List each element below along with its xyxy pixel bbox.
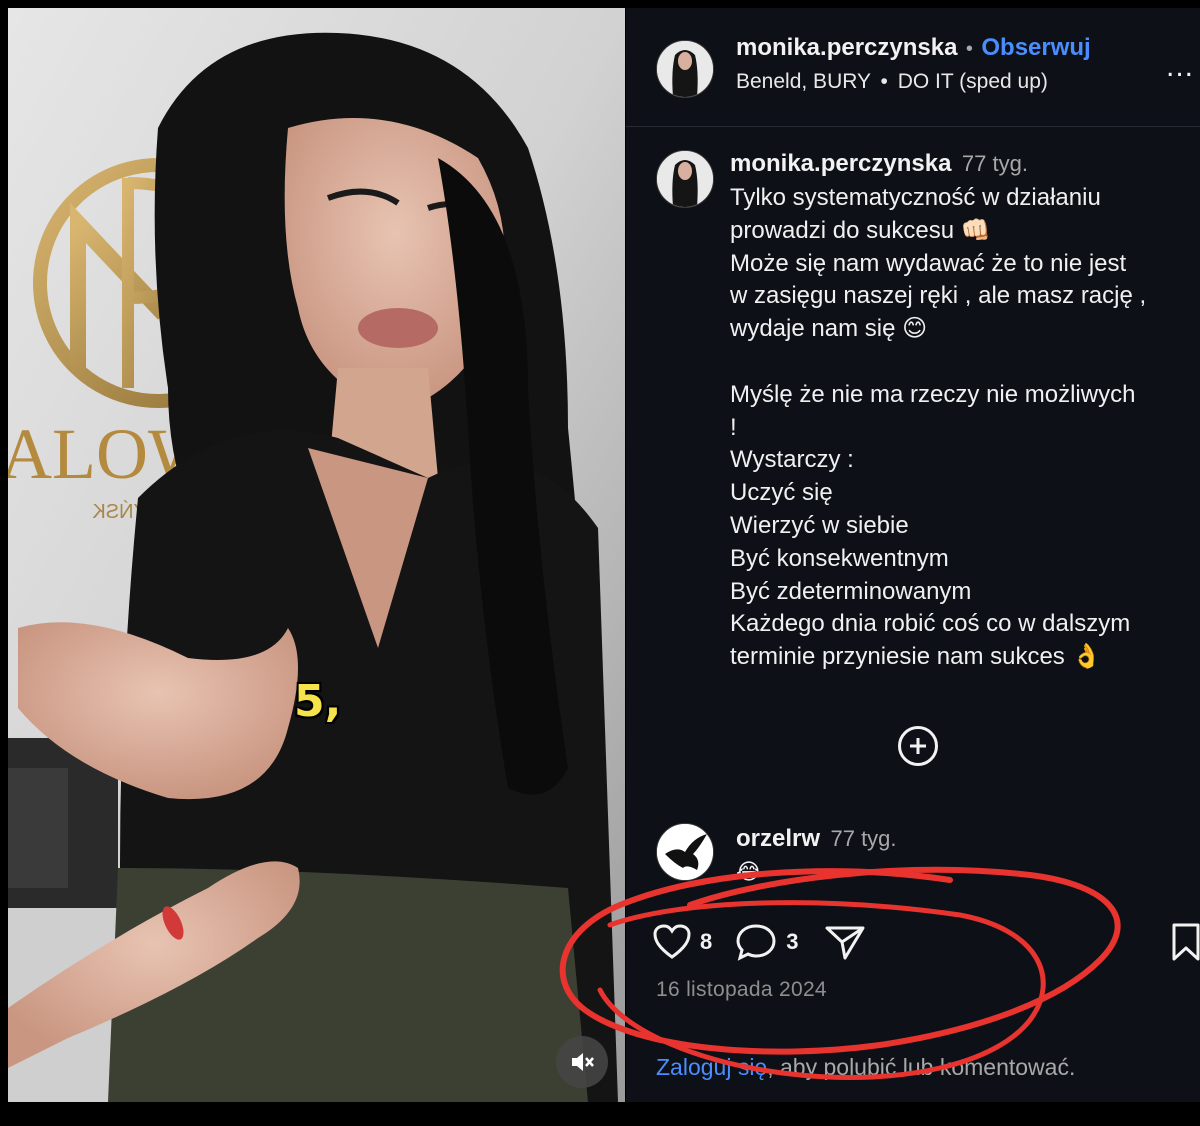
post-date: 16 listopada 2024 — [656, 978, 827, 1001]
avatar[interactable] — [656, 40, 714, 98]
caption-avatar-image — [657, 151, 713, 207]
action-bar: 8 3 — [652, 920, 867, 964]
caption-avatar[interactable] — [656, 150, 714, 208]
more-icon: ... — [1165, 50, 1194, 83]
avatar-image — [657, 41, 713, 97]
eagle-logo-icon — [657, 824, 713, 880]
post-username[interactable]: monika.perczynska — [736, 34, 957, 61]
video-caption-overlay: 5, — [294, 676, 342, 727]
login-link[interactable]: Zaloguj się — [656, 1054, 767, 1080]
caption-time: 77 tyg. — [961, 151, 1028, 176]
comment-title-row: orzelrw 77 tyg. — [736, 825, 897, 853]
song-row[interactable]: Beneld, BURY • DO IT (sped up) — [736, 70, 1048, 94]
caption-username[interactable]: monika.perczynska — [730, 150, 951, 177]
like-count: 8 — [700, 929, 713, 954]
video-player[interactable]: ALOW RCZYŃSK 5, — [8, 8, 625, 1102]
song-separator: • — [880, 70, 888, 93]
mute-button[interactable] — [556, 1036, 608, 1088]
mute-icon — [572, 1053, 594, 1071]
comment-time: 77 tyg. — [830, 826, 897, 851]
more-options-button[interactable]: ... — [1166, 50, 1194, 84]
comment-text: 😂 — [736, 859, 762, 884]
song-title: DO IT (sped up) — [897, 70, 1048, 93]
comment-icon[interactable] — [734, 922, 778, 962]
comment-username[interactable]: orzelrw — [736, 825, 820, 852]
share-icon[interactable] — [823, 922, 867, 962]
song-artist: Beneld, BURY — [736, 70, 871, 93]
comment-item: orzelrw 77 tyg. 😂 — [626, 813, 1200, 893]
bookmark-icon[interactable] — [1170, 922, 1200, 962]
caption-title-row: monika.perczynska 77 tyg. — [730, 150, 1028, 178]
video-frame: ALOW RCZYŃSK — [8, 8, 625, 1102]
login-prompt-rest: , aby polubić lub komentować. — [767, 1054, 1076, 1080]
header-title-row: monika.perczynska • Obserwuj — [736, 34, 1091, 62]
follow-button[interactable]: Obserwuj — [981, 34, 1090, 61]
comment-count: 3 — [786, 929, 799, 954]
comment-avatar[interactable] — [656, 823, 714, 881]
plus-circle-icon — [910, 738, 926, 754]
post-panel: monika.perczynska • Obserwuj Beneld, BUR… — [626, 8, 1200, 1102]
caption-text: Tylko systematyczność w działaniu prowad… — [730, 184, 1147, 671]
heart-icon[interactable] — [652, 923, 692, 961]
header-separator: • — [965, 38, 973, 60]
load-more-comments-button[interactable] — [898, 726, 938, 766]
post-header: monika.perczynska • Obserwuj Beneld, BUR… — [626, 8, 1200, 127]
login-prompt: Zaloguj się, aby polubić lub komentować. — [656, 1054, 1075, 1081]
